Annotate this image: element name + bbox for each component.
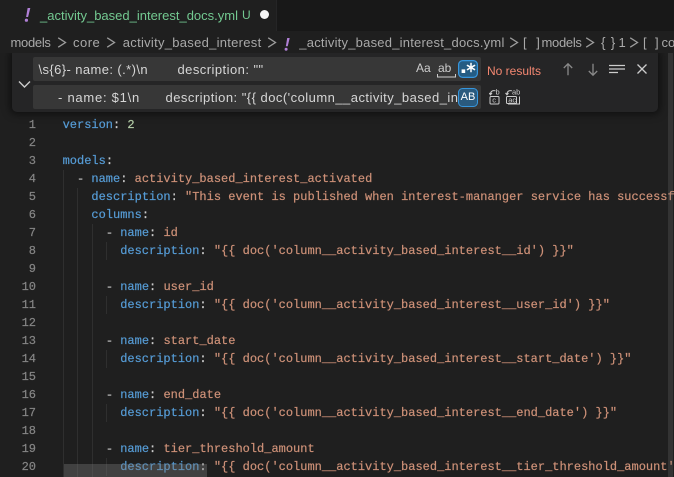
svg-text:c: c [492,95,496,104]
svg-text:b: b [495,88,499,97]
svg-text:ac: ac [508,95,516,104]
